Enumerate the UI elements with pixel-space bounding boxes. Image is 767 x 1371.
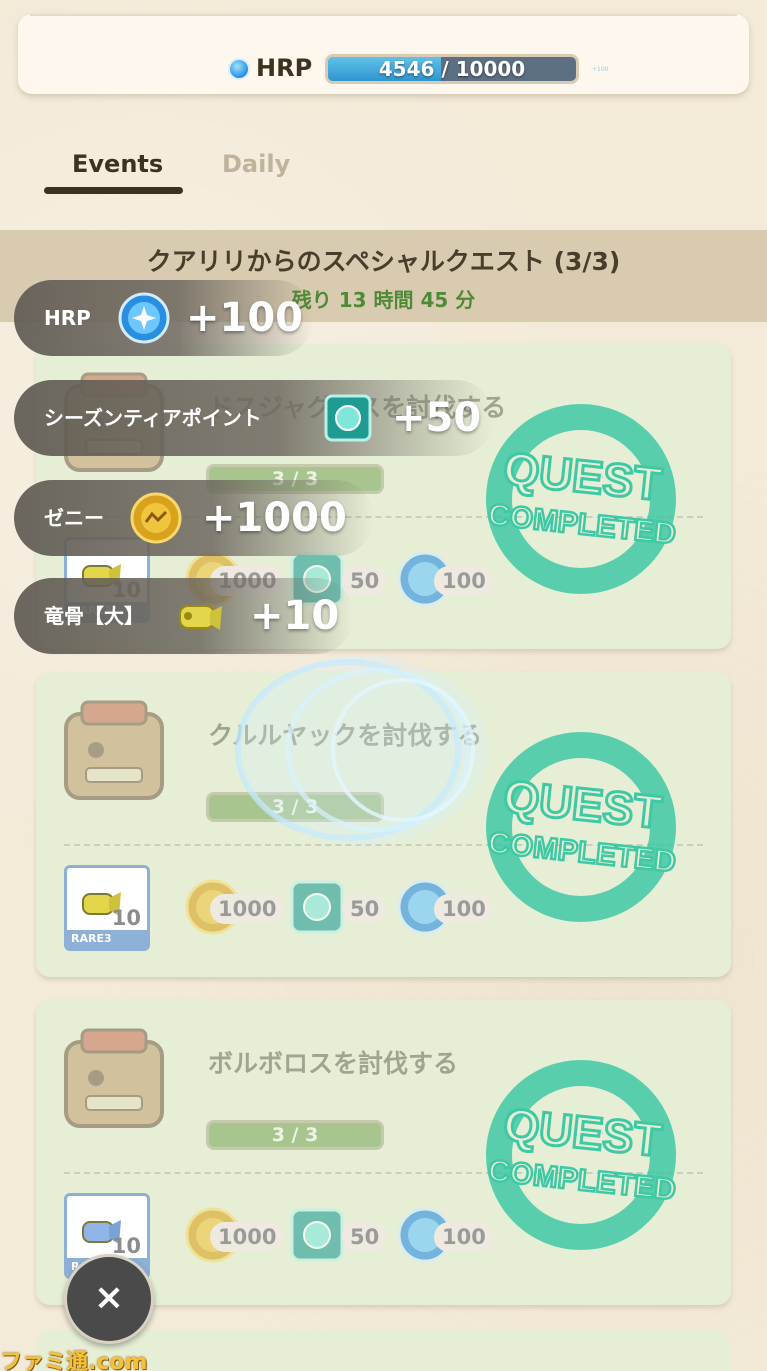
reward-popup-label: シーズンティアポイント	[44, 406, 262, 430]
reward-popup-dragon-bone: 竜骨【大】 +10	[14, 578, 354, 654]
quest-completed-stamp-icon: QUEST COMPLETED	[485, 404, 679, 594]
reward-popup-label: HRP	[44, 306, 91, 330]
watermark-logo: ファミ通.com	[0, 1350, 148, 1371]
reward-zenny: 1000	[184, 878, 285, 935]
active-tab-indicator	[44, 187, 183, 194]
hrp-label: HRP	[256, 54, 313, 82]
dragon-bone-icon	[179, 605, 222, 630]
reward-zenny-amount: 1000	[210, 1222, 285, 1252]
reward-season-points-amount: 50	[342, 1222, 388, 1252]
reward-season-points-amount: 50	[342, 894, 388, 924]
monster-portrait-icon	[64, 700, 164, 800]
zenny-coin-icon	[130, 492, 182, 544]
hrp-orb-icon	[118, 292, 170, 344]
reward-season-points: 50	[288, 878, 388, 934]
reward-item-tile[interactable]: 10 RARE3	[64, 865, 150, 951]
close-button[interactable]: ×	[64, 1254, 154, 1344]
reward-popup-value: +50	[392, 395, 482, 441]
quest-progress-bar: 3 / 3	[206, 1120, 384, 1150]
hrp-progress-text: 4546 / 10000	[378, 57, 526, 81]
hrp-progress-bar: 4546 / 10000	[325, 54, 579, 84]
reward-popup-label: 竜骨【大】	[44, 604, 144, 628]
hrp-gain-hint: +100	[592, 66, 609, 73]
rarity-label: RARE3	[67, 930, 147, 948]
reward-popup-label: ゼニー	[44, 506, 104, 530]
reward-zenny-amount: 1000	[210, 894, 285, 924]
season-point-gem-icon	[324, 394, 372, 442]
reward-popup-zenny: ゼニー +1000	[14, 480, 374, 556]
quest-card[interactable]: ボルボロスを討伐する 3 / 3 10 RARE3 1000	[36, 1000, 731, 1305]
hrp-status-card: HRP 4546 / 10000 +100	[18, 14, 749, 94]
reward-sparkle-effect-icon	[235, 655, 488, 845]
card-top-line	[30, 14, 737, 16]
monster-portrait-icon	[64, 1028, 164, 1128]
tab-daily[interactable]: Daily	[222, 150, 290, 178]
reward-season-points: 50	[288, 1206, 388, 1262]
season-point-gem-icon	[290, 880, 344, 934]
quest-completed-stamp-icon: QUEST COMPLETED	[485, 732, 679, 922]
season-point-gem-icon	[290, 1208, 344, 1262]
quest-progress-text: 3 / 3	[271, 1124, 319, 1146]
tab-events[interactable]: Events	[72, 150, 163, 178]
reward-popup-hrp: HRP +100	[14, 280, 314, 356]
reward-zenny: 1000	[184, 1206, 285, 1263]
reward-popup-value: +10	[250, 593, 340, 639]
reward-season-points-amount: 50	[342, 566, 388, 596]
reward-item-count: 10	[111, 906, 141, 930]
reward-popup-value: +100	[186, 295, 304, 341]
quest-name: ボルボロスを討伐する	[208, 1049, 459, 1078]
quest-completed-stamp-icon: QUEST COMPLETED	[485, 1060, 679, 1250]
hrp-orb-icon	[228, 58, 250, 80]
special-quest-title: クアリリからのスペシャルクエスト (3/3)	[146, 247, 621, 276]
reward-popup-value: +1000	[202, 495, 347, 541]
reward-popup-season-points: シーズンティアポイント +50	[14, 380, 494, 456]
